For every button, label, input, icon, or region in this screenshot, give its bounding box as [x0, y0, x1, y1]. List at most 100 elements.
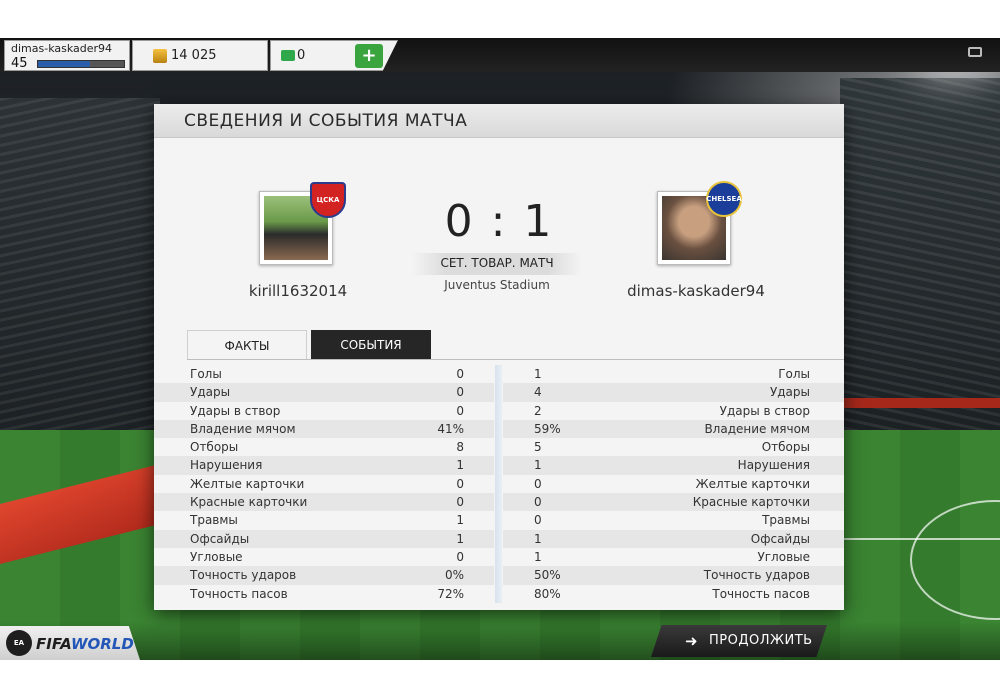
stat-label-away: Владение мячом [704, 421, 810, 436]
coins-value: 14 025 [171, 48, 217, 63]
stat-label-home: Голы [190, 367, 222, 381]
profile-box[interactable]: dimas-kaskader94 45 [4, 40, 130, 71]
xp-bar [37, 60, 125, 68]
cska-badge-icon: ЦСКА [310, 182, 346, 218]
stat-row: Отборы 8 5 Отборы [154, 438, 844, 456]
stat-value-home: 8 [456, 440, 464, 455]
home-badge-text: ЦСКА [316, 196, 340, 204]
stands-left [0, 98, 160, 478]
stat-value-away: 4 [534, 385, 542, 400]
stat-label-home: Удары в створ [190, 403, 281, 418]
chelsea-badge-icon: CHELSEA [706, 181, 742, 217]
stat-value-away: 0 [534, 513, 542, 528]
stat-value-away: 5 [534, 440, 542, 455]
stat-label-home: Точность пасов [190, 586, 288, 601]
ad-board-right [840, 398, 1000, 408]
level: 45 [11, 56, 28, 71]
stat-label-away: Офсайды [750, 531, 810, 546]
stat-label-away: Удары [769, 385, 810, 400]
stats-table: Голы 0 1 Голы Удары 0 4 Удары Удары в створ 0 2 Уда… [154, 365, 844, 603]
stat-value-home: 41% [437, 421, 464, 436]
stat-row: Точность ударов 0% 50% Точность ударов [154, 566, 844, 585]
stat-value-home: 1 [456, 458, 464, 473]
match-type: СЕТ. ТОВАР. МАТЧ [440, 256, 554, 270]
tab-underline [187, 359, 844, 360]
stat-value-away: 0 [534, 495, 542, 510]
stat-value-away: 1 [534, 549, 542, 564]
home-player-name: kirill1632014 [248, 282, 348, 300]
coins-box: 14 025 [132, 40, 268, 71]
camera-icon[interactable] [968, 47, 982, 57]
stat-label-away: Точность пасов [712, 586, 810, 601]
stat-value-home: 0 [456, 403, 464, 418]
stat-label-home: Нарушения [190, 458, 263, 473]
stat-row: Точность пасов 72% 80% Точность пасов [154, 585, 844, 603]
stat-label-away: Отборы [761, 440, 810, 455]
continue-button[interactable]: ➜ ПРОДОЛЖИТЬ [651, 625, 827, 657]
stat-label-home: Отборы [190, 440, 239, 455]
stat-value-home: 1 [456, 513, 464, 528]
stat-label-away: Травмы [762, 513, 810, 528]
stat-value-home: 0 [456, 476, 464, 491]
stat-value-home: 0 [456, 385, 464, 400]
stat-row: Офсайды 1 1 Офсайды [154, 529, 844, 548]
match-summary-panel: СВЕДЕНИЯ И СОБЫТИЯ МАТЧА ЦСКА CHELSEA ki… [154, 104, 844, 610]
stat-value-home: 1 [456, 531, 464, 546]
stat-label-away: Нарушения [737, 458, 810, 473]
stat-label-home: Красные карточки [190, 495, 308, 510]
xp-bar-fill [38, 61, 90, 67]
panel-header: СВЕДЕНИЯ И СОБЫТИЯ МАТЧА [154, 104, 844, 138]
stat-row: Владение мячом 41% 59% Владение мячом [154, 419, 844, 439]
away-badge-text: CHELSEA [706, 195, 742, 203]
stadium-name: Juventus Stadium [444, 278, 550, 292]
logo-world: WORLD [70, 635, 134, 653]
stat-row: Угловые 0 1 Угловые [154, 548, 844, 566]
stat-label-home: Желтые карточки [190, 476, 305, 491]
logo-fifa: FIFA [36, 635, 71, 653]
stat-value-away: 80% [534, 586, 561, 601]
stat-label-home: Удары [190, 385, 231, 400]
stat-value-away: 50% [534, 568, 561, 583]
stands-right [840, 78, 1000, 438]
stat-value-away: 2 [534, 403, 542, 418]
stat-label-away: Точность ударов [703, 568, 810, 583]
continue-label: ПРОДОЛЖИТЬ [709, 633, 813, 648]
tab-facts[interactable]: ФАКТЫ [187, 330, 307, 360]
stat-row: Нарушения 1 1 Нарушения [154, 456, 844, 475]
fifa-world-logo: FIFAWORLD [36, 635, 134, 653]
stat-value-home: 72% [437, 586, 464, 601]
stat-value-home: 0 [456, 367, 464, 381]
stat-label-away: Красные карточки [692, 495, 810, 510]
ea-sports-logo: EA SPORTS [6, 630, 37, 673]
stat-row: Красные карточки 0 0 Красные карточки [154, 493, 844, 512]
stat-value-home: 0 [456, 549, 464, 564]
arrow-right-icon: ➜ [685, 632, 698, 650]
stat-label-home: Офсайды [190, 531, 250, 546]
stat-label-home: Травмы [190, 513, 238, 528]
add-points-button[interactable]: + [355, 44, 383, 68]
stat-label-home: Угловые [190, 549, 243, 564]
points-icon [281, 50, 295, 61]
tab-events[interactable]: СОБЫТИЯ [311, 330, 431, 360]
coins-icon [153, 49, 167, 63]
stat-row: Удары 0 4 Удары [154, 383, 844, 402]
stat-label-away: Желтые карточки [695, 476, 810, 491]
page-title: СВЕДЕНИЯ И СОБЫТИЯ МАТЧА [184, 111, 468, 131]
stat-value-away: 0 [534, 476, 542, 491]
username: dimas-kaskader94 [11, 42, 113, 55]
stat-label-away: Голы [778, 367, 810, 381]
stat-label-away: Угловые [757, 549, 810, 564]
stat-value-away: 1 [534, 367, 542, 381]
stat-row: Голы 0 1 Голы [154, 365, 844, 383]
stat-value-away: 1 [534, 458, 542, 473]
stat-label-home: Владение мячом [190, 421, 296, 436]
stat-row: Травмы 1 0 Травмы [154, 511, 844, 529]
match-score: 0 : 1 [444, 196, 554, 247]
stat-row: Желтые карточки 0 0 Желтые карточки [154, 475, 844, 493]
stat-value-away: 1 [534, 531, 542, 546]
stat-label-away: Удары в створ [719, 403, 810, 418]
points-value: 0 [297, 48, 306, 63]
stat-value-away: 59% [534, 421, 561, 436]
stat-row: Удары в створ 0 2 Удары в створ [154, 402, 844, 420]
stat-value-home: 0% [444, 568, 464, 583]
